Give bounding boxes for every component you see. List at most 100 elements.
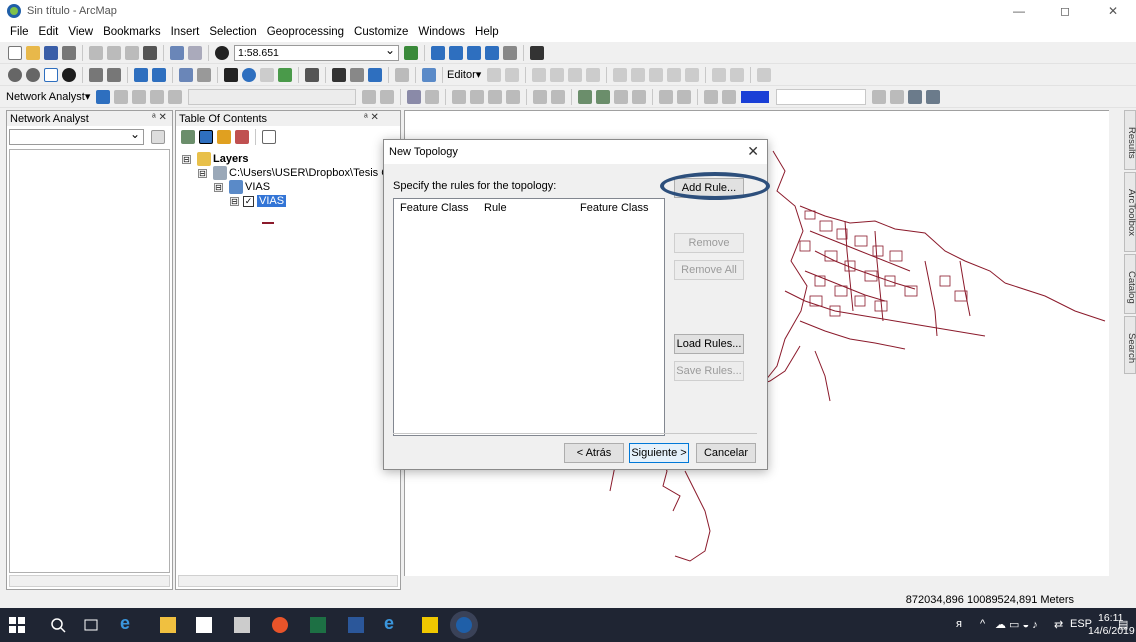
solve-icon[interactable] (150, 89, 165, 104)
close-window-button[interactable]: ✕ (1090, 0, 1136, 22)
open-folder-icon[interactable] (26, 45, 40, 60)
collapse-icon[interactable]: ⊟ (198, 168, 207, 178)
add-control-points-icon[interactable] (506, 89, 521, 104)
toc-item-source-path[interactable]: ⊟ C:\Users\USER\Dropbox\Tesis Casc (198, 166, 406, 180)
tab-catalog[interactable]: Catalog (1124, 254, 1136, 314)
histogram-icon[interactable] (872, 89, 887, 104)
list-by-selection-icon[interactable] (235, 130, 249, 144)
options-icon[interactable] (262, 130, 276, 144)
word-icon[interactable] (348, 617, 364, 633)
list-by-visibility-icon[interactable] (217, 130, 231, 144)
trace-icon[interactable] (568, 67, 583, 82)
windows-start-icon[interactable] (9, 617, 25, 633)
validate-topology-icon[interactable] (380, 89, 395, 104)
display-dropdown[interactable] (776, 88, 867, 105)
save-rules-button[interactable]: Save Rules... (674, 361, 744, 381)
toc-pin-close-icon[interactable]: ᵃ ✕ (364, 112, 379, 123)
show-hidden-icons[interactable]: ^ (980, 618, 985, 630)
delete-icon[interactable] (143, 45, 157, 60)
remove-all-button[interactable]: Remove All (674, 260, 744, 280)
pin-close-icon[interactable]: ᵃ ✕ (152, 112, 167, 123)
dropbox-icon[interactable]: ⇄ (1054, 618, 1063, 631)
tab-results[interactable]: Results (1124, 110, 1136, 170)
paste-icon[interactable] (125, 45, 139, 60)
new-document-icon[interactable] (8, 45, 22, 60)
people-icon[interactable]: ᴙ (956, 618, 962, 630)
tray-icons[interactable]: ☁ ▭ ◒ ♪ (995, 618, 1038, 631)
list-by-source-icon[interactable] (199, 130, 213, 144)
editor-menu[interactable]: Editor▾ (447, 68, 481, 81)
go-to-xy-icon[interactable] (368, 67, 382, 82)
menu-help[interactable]: Help (470, 26, 504, 38)
search-icon[interactable] (50, 617, 66, 633)
properties-icon[interactable] (151, 130, 165, 144)
image-analysis-icon[interactable] (578, 89, 593, 104)
endpoint-arc-icon[interactable] (550, 67, 565, 82)
identify-icon[interactable] (242, 67, 256, 82)
save-as-icon[interactable] (926, 89, 941, 104)
chrome-icon[interactable] (272, 617, 288, 633)
shift-tool-icon[interactable] (470, 89, 485, 104)
menu-bookmarks[interactable]: Bookmarks (98, 26, 166, 38)
editor-toolbar-icon[interactable] (404, 45, 418, 60)
cut-icon[interactable] (89, 45, 103, 60)
attributes-icon[interactable] (712, 67, 727, 82)
select-move-location-icon[interactable] (132, 89, 147, 104)
redo-icon[interactable] (188, 45, 202, 60)
python-icon[interactable] (503, 45, 517, 60)
next-button[interactable]: Siguiente > (629, 443, 689, 463)
toc-scrollbar[interactable] (178, 575, 398, 587)
collapse-icon[interactable]: ⊟ (214, 182, 223, 192)
catalog-icon[interactable] (449, 45, 463, 60)
contrast-icon[interactable] (722, 89, 737, 104)
rules-list[interactable]: Feature Class Rule Feature Class (393, 198, 665, 436)
notifications-icon[interactable]: ▤ (1118, 618, 1128, 631)
build-error-combo[interactable] (188, 88, 357, 105)
store-icon[interactable] (196, 617, 212, 633)
export-icon[interactable] (908, 89, 923, 104)
network-analyst-window-icon[interactable] (96, 89, 111, 104)
sticky-icon[interactable] (422, 617, 438, 633)
maximize-button[interactable]: ◻ (1042, 0, 1088, 22)
full-extent-icon[interactable] (62, 67, 76, 82)
table-of-contents-icon[interactable] (431, 45, 445, 60)
reset-icon[interactable] (890, 89, 905, 104)
save-icon[interactable] (44, 45, 58, 60)
network-analyst-scrollbar[interactable] (9, 575, 170, 587)
find-route-icon[interactable] (350, 67, 364, 82)
search-window-icon[interactable] (467, 45, 481, 60)
rotate-icon[interactable] (685, 67, 700, 82)
excel-icon[interactable] (310, 617, 326, 633)
model-builder-icon[interactable] (530, 45, 544, 60)
analysis-layer-dropdown[interactable] (9, 127, 144, 145)
tab-search[interactable]: Search (1124, 316, 1136, 374)
menu-selection[interactable]: Selection (204, 26, 261, 38)
file-explorer-icon[interactable] (160, 617, 176, 633)
toc-item-layers[interactable]: ⊟ Layers (182, 152, 248, 166)
transparency-icon[interactable] (704, 89, 719, 104)
edit-annotation-icon[interactable] (505, 67, 520, 82)
menu-file[interactable]: File (5, 26, 34, 38)
arctoolbox-icon[interactable] (485, 45, 499, 60)
layer-visibility-checkbox[interactable]: ✓ (243, 195, 254, 207)
edge-icon[interactable]: e (120, 613, 136, 633)
fixed-zoom-out-icon[interactable] (107, 67, 121, 82)
zoom-out-icon[interactable] (26, 67, 40, 82)
effects-icon[interactable] (596, 89, 611, 104)
zoom-in-icon[interactable] (8, 67, 22, 82)
print-icon[interactable] (62, 45, 76, 60)
swipe-icon[interactable] (614, 89, 629, 104)
remove-button[interactable]: Remove (674, 233, 744, 253)
view-link-table-icon[interactable] (533, 89, 548, 104)
tab-arctoolbox[interactable]: ArcToolbox (1124, 172, 1136, 252)
edit-tool-icon[interactable] (487, 67, 502, 82)
sketch-properties-icon[interactable] (730, 67, 745, 82)
measure-icon[interactable] (305, 67, 319, 82)
layout-icon-2[interactable] (677, 89, 692, 104)
cancel-button[interactable]: Cancelar (696, 443, 756, 463)
go-back-icon[interactable] (134, 67, 148, 82)
go-forward-icon[interactable] (152, 67, 166, 82)
directions-icon[interactable] (168, 89, 183, 104)
straight-segment-icon[interactable] (532, 67, 547, 82)
copy-icon[interactable] (107, 45, 121, 60)
